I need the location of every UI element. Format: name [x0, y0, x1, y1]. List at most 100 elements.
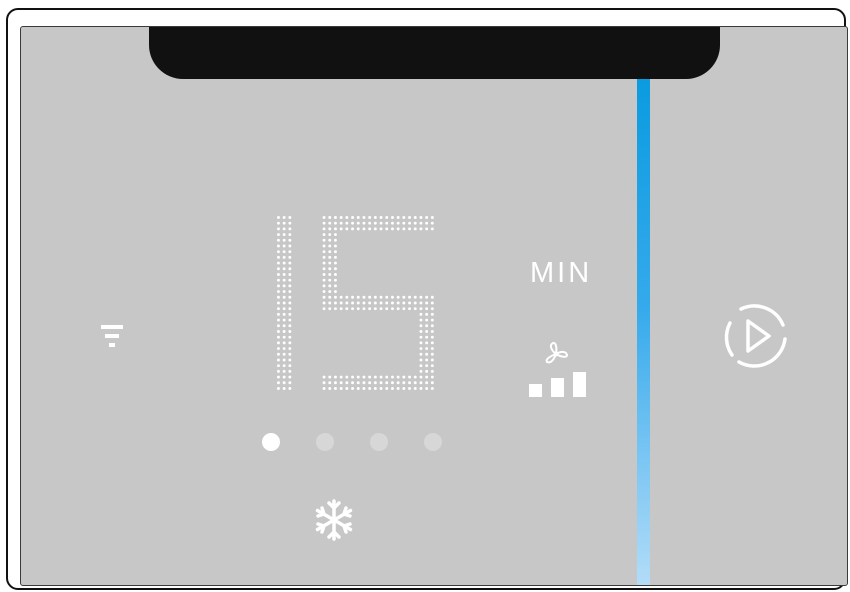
digit-dot [425, 295, 429, 299]
digit-dot [277, 284, 280, 288]
digit-dot [419, 381, 423, 385]
digit-dot [351, 387, 354, 390]
digit-dot [277, 307, 280, 311]
digit-dot [288, 301, 292, 305]
digit-dot [345, 307, 349, 311]
value-digits-display: 15 [277, 216, 434, 390]
digit-dot [379, 381, 383, 385]
digit-dot [328, 387, 332, 390]
digit-dot [425, 318, 429, 322]
digit-dot [385, 307, 389, 311]
digit-dot [425, 330, 429, 333]
digit-dot [391, 307, 394, 311]
digit-dot [391, 387, 394, 390]
digit-dot [430, 301, 434, 305]
play-icon[interactable] [721, 301, 791, 371]
digit-dot [334, 284, 337, 288]
digit-dot [345, 301, 349, 305]
page-dot[interactable] [262, 433, 280, 451]
digit-dot [368, 227, 372, 231]
digit-dot [408, 216, 411, 219]
digit-dot [288, 250, 292, 254]
digit-dot [328, 227, 332, 231]
digit-dot [288, 369, 292, 373]
digit-dot [356, 295, 360, 299]
digit-dot [288, 267, 292, 271]
digit-dot [334, 278, 337, 282]
digit-dot [334, 295, 337, 299]
digit-dot [373, 381, 377, 385]
digit-dot [425, 387, 429, 390]
digit-dot [402, 375, 406, 379]
digit-dot [419, 387, 423, 390]
digit-dot [288, 216, 292, 219]
digit-dot [328, 216, 332, 219]
digit-dot [425, 375, 429, 379]
digit-dot [368, 375, 372, 379]
digit-dot [430, 335, 434, 339]
digit-dot [408, 295, 411, 299]
digit-dot [277, 301, 280, 305]
digit-dot [396, 301, 400, 305]
digit-dot [334, 290, 337, 293]
digit-dot [288, 273, 292, 276]
digit-dot [277, 387, 280, 390]
digit-dot [425, 347, 429, 350]
digit-dot [425, 312, 429, 316]
digit-dot [288, 312, 292, 316]
digit-dot [419, 341, 423, 345]
digit-dot [328, 273, 332, 276]
top-notch [149, 27, 720, 79]
digit-dot [339, 375, 343, 379]
page-dot[interactable] [370, 433, 388, 451]
digit-dot [334, 387, 337, 390]
snowflake-icon[interactable] [311, 497, 357, 543]
digit-dot [334, 244, 337, 248]
filter-icon[interactable] [101, 325, 123, 357]
digit-dot [328, 255, 332, 259]
digit-dot [396, 221, 400, 225]
digit-dot [391, 221, 394, 225]
digit-dot [334, 261, 337, 265]
digit-dot [277, 381, 280, 385]
digit-dot [408, 387, 411, 390]
digit-dot [402, 387, 406, 390]
digit-dot [430, 216, 434, 219]
digit-dot [334, 250, 337, 254]
digit-dot [282, 227, 286, 231]
digit-dot [408, 307, 411, 311]
digit-dot [334, 238, 337, 242]
digit-dot [328, 278, 332, 282]
digit-dot [368, 387, 372, 390]
digit-dot [430, 341, 434, 345]
digit-dot [282, 273, 286, 276]
digit-dot [277, 358, 280, 362]
digit-dot [282, 330, 286, 333]
digit-dot [282, 312, 286, 316]
digit-dot [419, 352, 423, 356]
unit-label: MIN [530, 257, 593, 289]
digit-dot [345, 227, 349, 231]
fan-speed-bars-icon [529, 372, 586, 397]
digit-dot [379, 375, 383, 379]
digit-dot [322, 250, 326, 254]
digit-dot [288, 341, 292, 345]
digit-dot [396, 295, 400, 299]
fan-speed-bar [551, 378, 564, 397]
digit-dot [351, 216, 354, 219]
digit-dot [413, 381, 417, 385]
digit-dot [356, 216, 360, 219]
digit-dot [425, 364, 429, 368]
digit-dot [430, 330, 434, 333]
digit-dot [419, 358, 423, 362]
page-dot[interactable] [316, 433, 334, 451]
digit-dot [288, 347, 292, 350]
digit-dot [408, 381, 411, 385]
digit-dot [339, 307, 343, 311]
digit-dot [328, 381, 332, 385]
digit-dot [288, 221, 292, 225]
digit-dot [425, 358, 429, 362]
digit-dot [356, 301, 360, 305]
page-dot[interactable] [424, 433, 442, 451]
digit-dot [396, 387, 400, 390]
